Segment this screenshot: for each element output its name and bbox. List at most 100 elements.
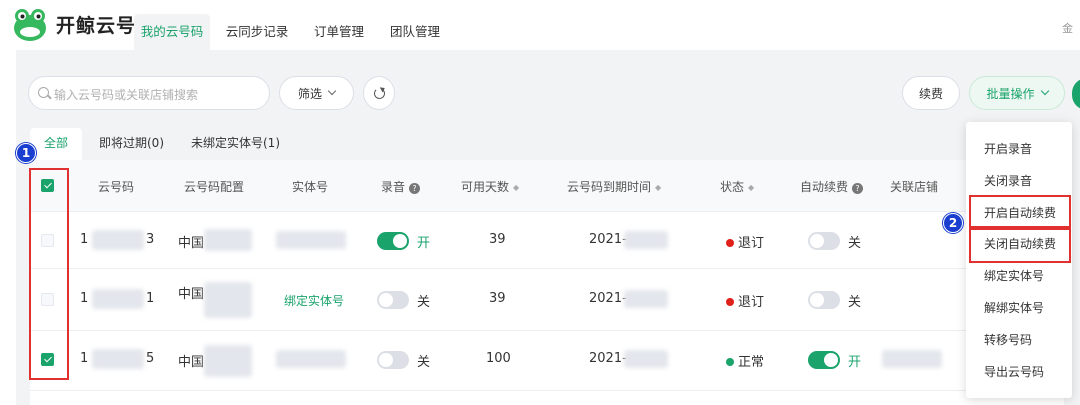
- auto-renew-toggle[interactable]: [808, 351, 840, 369]
- status-dot-icon: [726, 298, 734, 306]
- column-header-config: 云号码配置: [184, 180, 245, 194]
- number-prefix: 1: [80, 351, 89, 366]
- redacted-config: [204, 345, 252, 377]
- status-text: 退订: [738, 236, 765, 251]
- column-header-auto-renew[interactable]: 自动续费?: [800, 178, 864, 195]
- status-badge: 退订: [726, 291, 764, 310]
- highlight-enable-auto-renew: [969, 195, 1071, 228]
- column-header-entity: 实体号: [292, 180, 329, 194]
- redacted-shop: [882, 350, 942, 368]
- menu-item-transfer-number[interactable]: 转移号码: [984, 331, 1032, 348]
- sub-tab-label: 即将过期(0): [99, 136, 164, 150]
- renew-label: 续费: [918, 86, 943, 101]
- chevron-down-icon: [327, 86, 337, 96]
- auto-renew-state: 关: [848, 236, 862, 251]
- recording-toggle[interactable]: [377, 291, 409, 309]
- search-input[interactable]: 输入云号码或关联店铺搜索: [28, 76, 270, 110]
- account-text[interactable]: 金: [1062, 20, 1073, 36]
- redacted-entity: [276, 231, 346, 249]
- renew-button[interactable]: 续费: [902, 76, 960, 110]
- column-header-expiry[interactable]: 云号码到期时间 ◆: [567, 178, 661, 195]
- help-icon[interactable]: ?: [852, 183, 864, 194]
- row-divider: [30, 268, 1064, 269]
- auto-renew-state: 关: [848, 295, 862, 310]
- auto-renew-toggle[interactable]: [808, 291, 840, 309]
- row-divider: [30, 390, 1064, 391]
- chevron-down-icon: [1040, 86, 1049, 96]
- config-country: 中国: [178, 236, 205, 251]
- recording-state: 关: [417, 295, 431, 310]
- auto-renew-toggle[interactable]: [808, 232, 840, 250]
- number-suffix: 3: [146, 232, 155, 247]
- recording-state: 开: [417, 236, 431, 251]
- column-header-label: 状态: [720, 180, 745, 194]
- top-bar: 开鲸云号 我的云号码 云同步记录 订单管理 团队管理 金: [0, 0, 1080, 50]
- search-placeholder: 输入云号码或关联店铺搜索: [54, 88, 199, 102]
- sort-icon[interactable]: ◆: [748, 183, 754, 192]
- nav-tab-label: 云同步记录: [225, 24, 289, 39]
- redacted-number: [92, 349, 144, 369]
- column-header-label: 云号码到期时间: [567, 180, 652, 194]
- menu-item-bind-entity[interactable]: 绑定实体号: [984, 267, 1044, 284]
- batch-operation-button[interactable]: 批量操作: [969, 76, 1065, 110]
- nav-tab-my-cloud-numbers[interactable]: 我的云号码: [134, 14, 210, 50]
- redacted-number: [92, 289, 144, 309]
- config-country: 中国: [178, 355, 205, 370]
- number-suffix: 1: [146, 291, 155, 306]
- recording-state: 关: [417, 355, 431, 370]
- column-header-label: 自动续费: [800, 180, 849, 194]
- sub-tab-bar: [30, 128, 1064, 160]
- menu-item-export-numbers[interactable]: 导出云号码: [984, 363, 1044, 380]
- filter-button[interactable]: 筛选: [279, 76, 354, 110]
- nav-tab-cloud-sync[interactable]: 云同步记录: [220, 14, 294, 50]
- recording-toggle[interactable]: [377, 232, 409, 250]
- sub-tab-all[interactable]: 全部: [44, 128, 69, 160]
- status-dot-icon: [726, 358, 734, 366]
- row-divider: [30, 330, 1064, 331]
- number-suffix: 5: [146, 351, 155, 366]
- nav-tab-orders[interactable]: 订单管理: [306, 14, 372, 50]
- refresh-button[interactable]: [363, 76, 395, 110]
- sub-tab-label: 未绑定实体号(1): [191, 136, 280, 150]
- status-text: 退订: [738, 295, 765, 310]
- step-badge-2: 2: [943, 213, 963, 233]
- column-header-recording[interactable]: 录音?: [381, 178, 421, 195]
- sub-tab-unbound[interactable]: 未绑定实体号(1): [191, 128, 280, 160]
- app-logo[interactable]: 开鲸云号: [12, 6, 136, 42]
- redacted-number: [92, 230, 144, 250]
- menu-item-unbind-entity[interactable]: 解绑实体号: [984, 299, 1044, 316]
- redacted-date: [624, 290, 668, 308]
- available-days: 39: [489, 232, 506, 247]
- available-days: 100: [486, 351, 511, 366]
- nav-tab-label: 订单管理: [313, 24, 364, 39]
- expiry-date: 2021-: [589, 232, 627, 247]
- column-header-status[interactable]: 状态 ◆: [720, 178, 754, 195]
- help-icon[interactable]: ?: [409, 183, 421, 194]
- search-icon: [38, 87, 49, 98]
- redacted-config: [204, 282, 252, 318]
- sort-icon[interactable]: ◆: [513, 183, 519, 192]
- expiry-date: 2021-: [589, 291, 627, 306]
- column-header-label: 录音: [381, 180, 406, 194]
- sort-icon[interactable]: ◆: [655, 183, 661, 192]
- column-header-shop: 关联店铺: [890, 180, 939, 194]
- status-dot-icon: [726, 239, 734, 247]
- filter-label: 筛选: [297, 86, 322, 101]
- status-badge: 正常: [726, 351, 764, 370]
- app-name: 开鲸云号: [56, 14, 137, 37]
- nav-tab-team[interactable]: 团队管理: [382, 14, 448, 50]
- recording-toggle[interactable]: [377, 351, 409, 369]
- auto-renew-state: 开: [848, 355, 862, 370]
- column-header-days[interactable]: 可用天数 ◆: [461, 178, 519, 195]
- batch-label: 批量操作: [986, 86, 1035, 101]
- highlight-checkbox-column: [29, 168, 69, 380]
- available-days: 39: [489, 291, 506, 306]
- redacted-entity: [276, 350, 346, 368]
- nav-tab-label: 团队管理: [389, 24, 440, 39]
- menu-item-disable-recording[interactable]: 关闭录音: [984, 172, 1032, 189]
- number-prefix: 1: [80, 291, 89, 306]
- bind-entity-link[interactable]: 绑定实体号: [284, 292, 344, 309]
- config-country: 中国: [178, 287, 205, 302]
- sub-tab-expiring[interactable]: 即将过期(0): [99, 128, 164, 160]
- menu-item-enable-recording[interactable]: 开启录音: [984, 140, 1032, 157]
